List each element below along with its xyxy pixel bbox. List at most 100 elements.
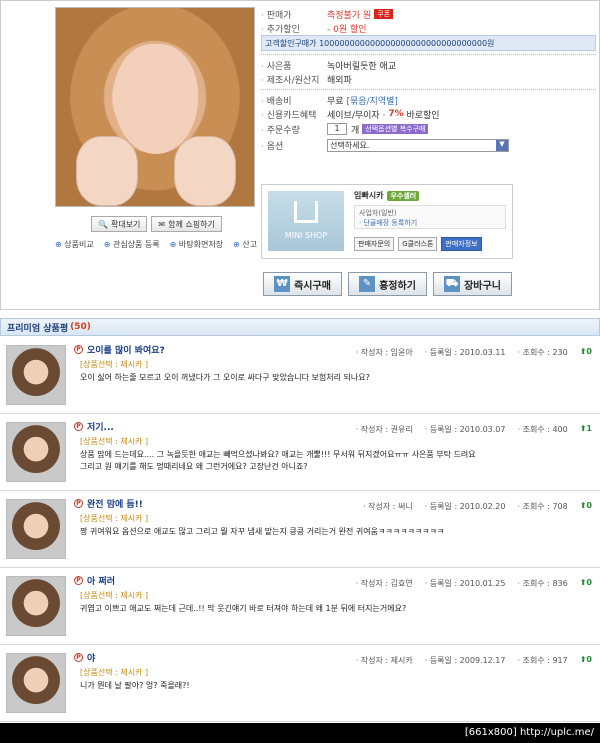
plus-icon: ⊕	[169, 240, 177, 249]
review-title[interactable]: 야	[87, 651, 95, 664]
review-author: · 작성자 : 김효연	[355, 579, 413, 588]
share-shopping-button[interactable]: ✉ 함께 쇼핑하기	[151, 216, 222, 232]
review-list: P 오이를 많이 봐여요? · 작성자 : 임윤아 · 등록일 : 2010.03.…	[0, 337, 600, 722]
option-select[interactable]: 선택하세요. ▼	[327, 138, 509, 152]
image-host-footer: [661x800] http://uplc.me/	[0, 723, 600, 743]
review-views: · 조회수 : 836	[517, 579, 568, 588]
multi-buy-badge[interactable]: 선택옵션별 복수구매	[362, 124, 429, 134]
review-author: · 작성자 : 써니	[363, 502, 413, 511]
seller-box: MINI SHOP 임빠시카 우수셀러 사업자(일반) · 단골매장 등록하기 판매…	[261, 184, 513, 259]
buy-now-button[interactable]: ₩ 즉시구매	[263, 272, 342, 296]
label-seller-price: 판매가	[261, 8, 327, 21]
plus-icon: ⊕	[103, 240, 111, 249]
seller-price: 측정불가 원	[327, 10, 372, 21]
label-maker: 제조사/원산지	[261, 73, 327, 86]
review-date: · 등록일 : 2010.03.07	[424, 425, 506, 434]
product-links: ⊕ 상품비교 ⊕ 관심상품 등록 ⊕ 바탕화면저장 ⊕ 산고	[55, 239, 257, 250]
review-text: 니가 뭔데 날 팔아? 엉? 죽을래?!	[80, 681, 190, 690]
photo-buttons: 🔍 확대보기 ✉ 함께 쇼핑하기	[91, 216, 222, 232]
review-views: · 조회수 : 230	[517, 348, 568, 357]
extra-discount: - 0원 할인	[327, 24, 367, 35]
quantity-input[interactable]: 1	[327, 123, 347, 135]
card-rate: 7%	[388, 109, 404, 119]
review-option: [상품선택 : 제시카 ]	[80, 437, 149, 446]
reviews-count: (50)	[70, 322, 91, 332]
review-text: 귀엽고 이쁘고 애교도 쩌는데 근데..!! 막 웃긴얘기 바로 터져야 하는데…	[80, 604, 407, 613]
review-date: · 등록일 : 2010.03.11	[424, 348, 506, 357]
premium-icon: P	[74, 422, 83, 431]
desktop-save-link[interactable]: ⊕ 바탕화면저장	[170, 239, 223, 250]
review-views: · 조회수 : 400	[517, 425, 568, 434]
review-item: P 완전 맘에 듬!! · 작성자 : 써니 · 등록일 : 2010.02.20 ·…	[0, 491, 600, 568]
review-views: · 조회수 : 917	[517, 656, 568, 665]
label-card: 신용카드혜택	[261, 108, 327, 121]
vote-up-icon[interactable]: ⬆0	[580, 347, 592, 358]
wishlist-link[interactable]: ⊕ 관심상품 등록	[104, 239, 160, 250]
shop-name[interactable]: 임빠시카	[354, 190, 383, 201]
premium-icon: P	[74, 576, 83, 585]
label-shipping: 배송비	[261, 94, 327, 107]
label-order-qty: 주문수량	[261, 123, 327, 136]
label-option: 옵션	[261, 139, 327, 152]
vote-up-icon[interactable]: ⬆0	[580, 578, 592, 589]
compare-link[interactable]: ⊕ 상품비교	[55, 239, 94, 250]
reviews-header: 프리미엄 상품평 (50)	[0, 318, 600, 336]
review-option: [상품선택 : 제시카 ]	[80, 668, 149, 677]
shipping-value: 무료	[327, 96, 344, 107]
seller-inquiry-button[interactable]: 판매자문의	[354, 237, 395, 251]
card-text: 세이브/무이자 ·	[327, 110, 386, 121]
zoom-button[interactable]: 🔍 확대보기	[91, 216, 148, 232]
review-text: 오이 싫어 하는줄 모르고 오이 꺼냈다가 그 오이로 싸다구 맞았습니다 보험…	[80, 373, 370, 382]
favorite-shop-link[interactable]: · 단골매장 등록하기	[359, 218, 501, 228]
vote-up-icon[interactable]: ⬆1	[580, 424, 592, 435]
shipping-region-link[interactable]: [묶음/지역별]	[346, 94, 397, 107]
label-customer-price: 고객할인구매가	[265, 38, 317, 48]
cart-button[interactable]: ⛟ 장바구니	[433, 272, 512, 296]
negotiate-button[interactable]: ✎ 흥정하기	[348, 272, 427, 296]
review-option: [상품선택 : 제시카 ]	[80, 591, 149, 600]
review-author: · 작성자 : 제시카	[355, 656, 413, 665]
review-option: [상품선택 : 제시카 ]	[80, 360, 149, 369]
customer-price-bar: 고객할인구매가 10000000000000000000000000000000…	[261, 35, 596, 51]
seller-info-button[interactable]: 판매자정보	[441, 237, 482, 251]
review-item: P 오이를 많이 봐여요? · 작성자 : 임윤아 · 등록일 : 2010.03.…	[0, 337, 600, 414]
label-extra-discount: 추가할인	[261, 22, 327, 35]
review-author: · 작성자 : 임윤아	[355, 348, 413, 357]
premium-icon: P	[74, 653, 83, 662]
vote-up-icon[interactable]: ⬆0	[580, 655, 592, 666]
review-text: 짱 귀여워요 옵션으로 애교도 많고 그리고 뭘 자꾸 냄새 맡는지 킁킁 거리…	[80, 527, 445, 536]
review-date: · 등록일 : 2009.12.17	[424, 656, 506, 665]
top-seller-badge: 우수셀러	[387, 190, 420, 201]
review-author: · 작성자 : 권유리	[355, 425, 413, 434]
review-date: · 등록일 : 2010.02.20	[424, 502, 506, 511]
review-item: P야 · 작성자 : 제시카 · 등록일 : 2009.12.17 · 조회수 : …	[0, 645, 600, 722]
gclub-button[interactable]: G클러스톤	[398, 237, 438, 251]
customer-price: 100000000000000000000000000000000원	[319, 38, 495, 48]
label-item: 사은품	[261, 59, 327, 72]
purchase-actions: ₩ 즉시구매 ✎ 흥정하기 ⛟ 장바구니	[263, 272, 512, 296]
plus-icon: ⊕	[55, 240, 62, 249]
review-item: P 저기... · 작성자 : 권유리 · 등록일 : 2010.03.07 · 조회…	[0, 414, 600, 491]
cart-icon: ⛟	[444, 276, 461, 292]
won-icon: ₩	[274, 276, 291, 292]
item-value: 녹아버릴듯한 애교	[327, 61, 397, 72]
maker-value: 해외파	[327, 75, 352, 86]
vote-up-icon[interactable]: ⬆0	[580, 501, 592, 512]
review-title[interactable]: 오이를 많이 봐여요?	[87, 343, 165, 356]
reviewer-avatar	[6, 345, 66, 405]
edit-icon: ✎	[359, 276, 376, 292]
product-info: 판매가측정불가 원쿠폰 추가할인- 0원 할인 고객할인구매가 10000000…	[261, 7, 596, 153]
review-title[interactable]: 저기...	[87, 420, 114, 433]
review-title[interactable]: 완전 맘에 듬!!	[87, 497, 143, 510]
reviewer-avatar	[6, 653, 66, 713]
reviewer-avatar	[6, 422, 66, 482]
minishop-button[interactable]: MINI SHOP	[268, 191, 344, 251]
reviews-title: 프리미엄 상품평	[7, 323, 69, 334]
card-tail: 바로할인	[406, 110, 440, 121]
coupon-badge[interactable]: 쿠폰	[374, 9, 394, 19]
ship-link[interactable]: ⊕ 산고	[233, 239, 257, 250]
premium-icon: P	[74, 345, 83, 354]
house-icon	[294, 201, 318, 223]
review-title[interactable]: 아 쩌러	[87, 574, 115, 587]
shop-description: 사업자(일반) · 단골매장 등록하기	[354, 205, 506, 229]
